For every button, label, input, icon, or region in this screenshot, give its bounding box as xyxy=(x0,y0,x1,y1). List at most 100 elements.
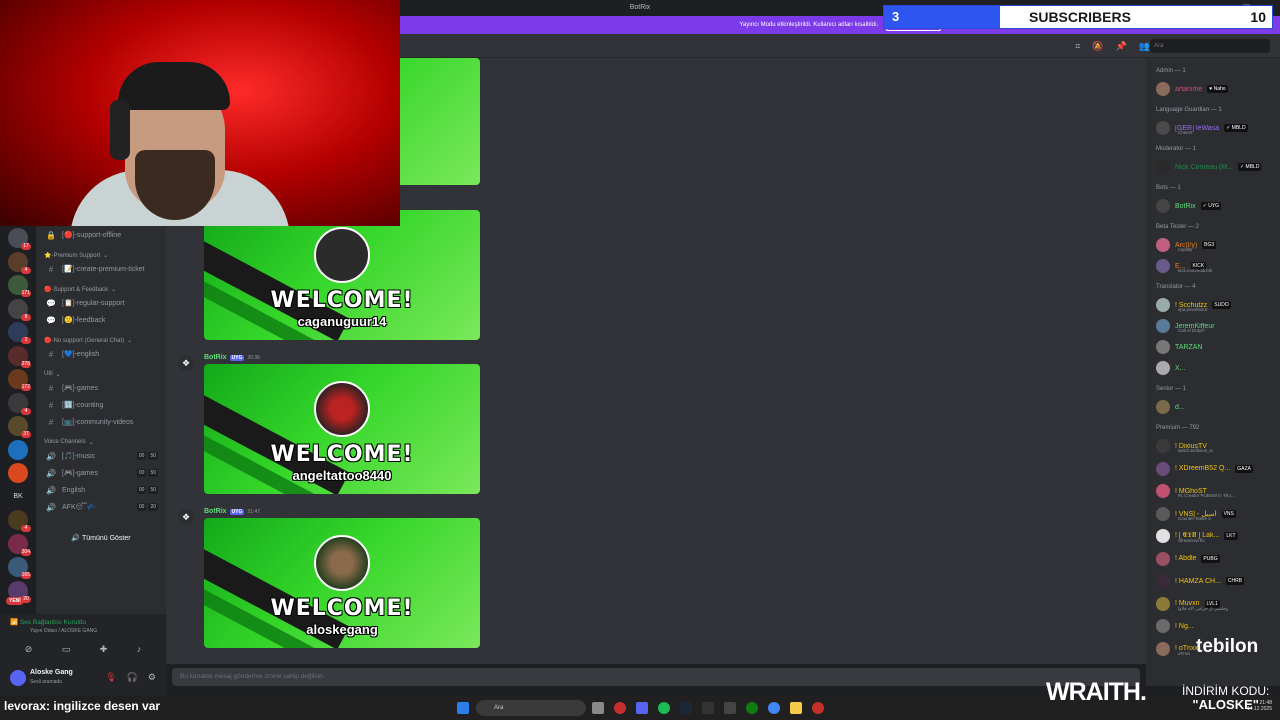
channel-category[interactable]: 🔴-Support & Feedback ⌄ xyxy=(44,283,116,295)
subscriber-count: 3 xyxy=(892,9,900,24)
speech-icon: 💬 xyxy=(46,298,56,308)
camera-off-icon[interactable]: ⊘ xyxy=(25,644,33,655)
server-icon[interactable]: 278 xyxy=(8,345,31,368)
subscriber-goal: 10 xyxy=(1250,9,1266,25)
text-channel[interactable]: 💬 [📋]-regular-support xyxy=(46,296,158,310)
opera-icon[interactable] xyxy=(614,702,626,714)
pin-icon[interactable]: 📌 xyxy=(1116,41,1127,52)
message-author[interactable]: BotRix xyxy=(204,508,227,515)
mute-bell-icon[interactable]: 🔕 xyxy=(1092,41,1103,52)
chevron-down-icon: ⌄ xyxy=(55,371,61,378)
server-icon[interactable]: 171 xyxy=(8,275,31,297)
voice-channel[interactable]: 🔊 [🎮]-games 00 50 xyxy=(46,466,158,480)
member-row[interactable]: ! Ng... xyxy=(1156,617,1276,635)
file-explorer-icon[interactable] xyxy=(790,702,802,714)
task-view-icon[interactable] xyxy=(592,702,604,714)
channel-category[interactable]: 🔴-No support (General Chat) ⌄ xyxy=(44,334,132,346)
epic-games-icon[interactable] xyxy=(702,702,714,714)
member-row[interactable]: Arc(l/y) BG3 royality xyxy=(1156,236,1276,254)
message-header: BotRix UYG 21:47 xyxy=(204,508,260,515)
voice-channel[interactable]: 🔊 [🎵]-music 00 50 xyxy=(46,449,158,463)
server-icon[interactable]: 17 xyxy=(8,228,31,250)
member-row[interactable]: BotRix ✓ UYG xyxy=(1156,197,1276,215)
bot-avatar[interactable]: ❖ xyxy=(178,509,194,525)
text-channel[interactable]: 💬 [🙂]-feedback xyxy=(46,313,158,327)
text-channel[interactable]: # [🎮]-games xyxy=(46,381,158,395)
settings-gear-icon[interactable]: ⚙ xyxy=(148,672,156,683)
text-channel[interactable]: # [📺]-community-videos xyxy=(46,415,158,429)
voice-user-limit: 00 50 xyxy=(136,452,158,460)
limit-value: 50 xyxy=(148,452,158,460)
server-icon[interactable]: 304 xyxy=(8,533,31,556)
member-row[interactable]: TARZAN xyxy=(1156,338,1276,356)
spotify-icon[interactable] xyxy=(658,702,670,714)
discord-icon[interactable] xyxy=(636,702,648,714)
channel-category[interactable]: Util ⌄ xyxy=(44,368,61,380)
message-header: BotRix UYG 20:36 xyxy=(204,354,260,361)
channel-category[interactable]: ⭐-Premium Support ⌄ xyxy=(44,249,108,261)
server-icon[interactable]: 4 xyxy=(8,510,31,532)
mic-muted-icon[interactable]: 🎙 xyxy=(105,672,116,683)
server-icon[interactable] xyxy=(8,439,28,460)
member-activity: royality xyxy=(1178,247,1193,252)
member-row[interactable]: ! [ 𝕰𝕿𝖀 ] Lak... LKT Streamnut flo xyxy=(1156,527,1276,545)
server-icon[interactable]: 4 xyxy=(8,251,31,274)
chrome-icon[interactable] xyxy=(768,702,780,714)
bot-avatar[interactable]: ❖ xyxy=(178,355,194,371)
server-icon[interactable]: 37 xyxy=(8,416,31,438)
avatar[interactable] xyxy=(10,670,26,686)
voice-user-limit: 00 50 xyxy=(136,469,158,477)
member-row[interactable]: ! VNS| - اسيل VNS Counter-Strike 2 xyxy=(1156,505,1276,523)
member-row[interactable]: X... xyxy=(1156,359,1276,377)
member-row[interactable]: ! XDreemB52 Q... GAZA xyxy=(1156,460,1276,478)
member-row[interactable]: E... KICK kick.com/eddi24k xyxy=(1156,257,1276,275)
text-channel[interactable]: # [💙]-english xyxy=(46,347,158,361)
activities-icon[interactable]: ✚ xyxy=(100,644,108,655)
server-icon[interactable]: 4 xyxy=(8,392,31,415)
screen-share-icon[interactable]: ▭ xyxy=(62,644,71,655)
member-row[interactable]: ! Muvxn LVL1 وحلمنی از حرامی الاه قالوا xyxy=(1156,595,1276,613)
username[interactable]: Aloske Gang xyxy=(30,669,73,676)
server-icon[interactable] xyxy=(8,463,28,483)
voice-connected-status[interactable]: 📶 Ses Bağlantısı Kuruldu xyxy=(10,618,86,626)
member-row[interactable]: ! MGhoST #1 Creator PUBGM in Tik t... xyxy=(1156,482,1276,500)
member-row[interactable]: ! Scchutzz SUDO vpa.pinoebat.tr xyxy=(1156,296,1276,314)
server-icon[interactable]: 1 xyxy=(8,322,31,344)
avatar xyxy=(1156,484,1170,498)
member-row[interactable]: ! DixiusTV twitch.tv/dixius_tv xyxy=(1156,437,1276,455)
user-panel: 📶 Ses Bağlantısı Kuruldu Yayın Odası / A… xyxy=(0,614,166,696)
channel-category[interactable]: Voice Channels ⌄ xyxy=(44,436,94,448)
server-icon[interactable]: 8 xyxy=(8,298,31,321)
member-row[interactable]: artanime ♥ Naho xyxy=(1156,80,1276,98)
text-channel[interactable]: 🔒 [🔴]-support-offline xyxy=(46,228,158,242)
soundboard-icon[interactable]: ♪ xyxy=(137,644,142,655)
member-row[interactable]: ! Abdle PUBG xyxy=(1156,550,1276,568)
member-row[interactable]: [GER] leWasa ✓ MBLD Cheers xyxy=(1156,119,1276,137)
start-windows-icon[interactable] xyxy=(457,702,469,714)
members-icon[interactable]: 👥 xyxy=(1139,41,1150,52)
server-icon[interactable]: 172 xyxy=(8,369,31,391)
voice-channel-name[interactable]: Yayın Odası / ALOSKE GANG xyxy=(30,628,97,634)
deafen-icon[interactable]: 🎧 xyxy=(127,672,138,683)
member-row[interactable]: ! HAMZA CH... CHRB xyxy=(1156,572,1276,590)
voice-channel[interactable]: 🔊 AFK😴💤 00 20 xyxy=(46,500,158,514)
member-row[interactable]: Nick Comeau (M... ✓ MBLD xyxy=(1156,158,1276,176)
message-author[interactable]: BotRix xyxy=(204,354,227,361)
guild-tag: GAZA xyxy=(1235,464,1253,473)
obs-icon[interactable] xyxy=(812,702,824,714)
taskbar-search[interactable]: Ara xyxy=(476,700,586,716)
member-row[interactable]: JeremKiffeur Call of Duty® xyxy=(1156,317,1276,335)
server-icon[interactable]: 165 xyxy=(8,557,31,579)
category-label: Util xyxy=(44,371,53,377)
voice-channel[interactable]: 🔊 English 00 50 xyxy=(46,483,158,497)
text-channel[interactable]: # [📝]-create-premium-ticket xyxy=(46,262,158,276)
member-row[interactable]: d... xyxy=(1156,398,1276,416)
steam-icon[interactable] xyxy=(680,702,692,714)
show-all-button[interactable]: 🔊 Tümünü Göster xyxy=(36,534,166,542)
xbox-icon[interactable] xyxy=(746,702,758,714)
server-icon[interactable]: BK xyxy=(8,487,28,507)
search-input[interactable] xyxy=(1150,39,1270,53)
text-channel[interactable]: # [🔢]-counting xyxy=(46,398,158,412)
app-icon[interactable] xyxy=(724,702,736,714)
threads-icon[interactable]: ⌗ xyxy=(1075,41,1080,52)
